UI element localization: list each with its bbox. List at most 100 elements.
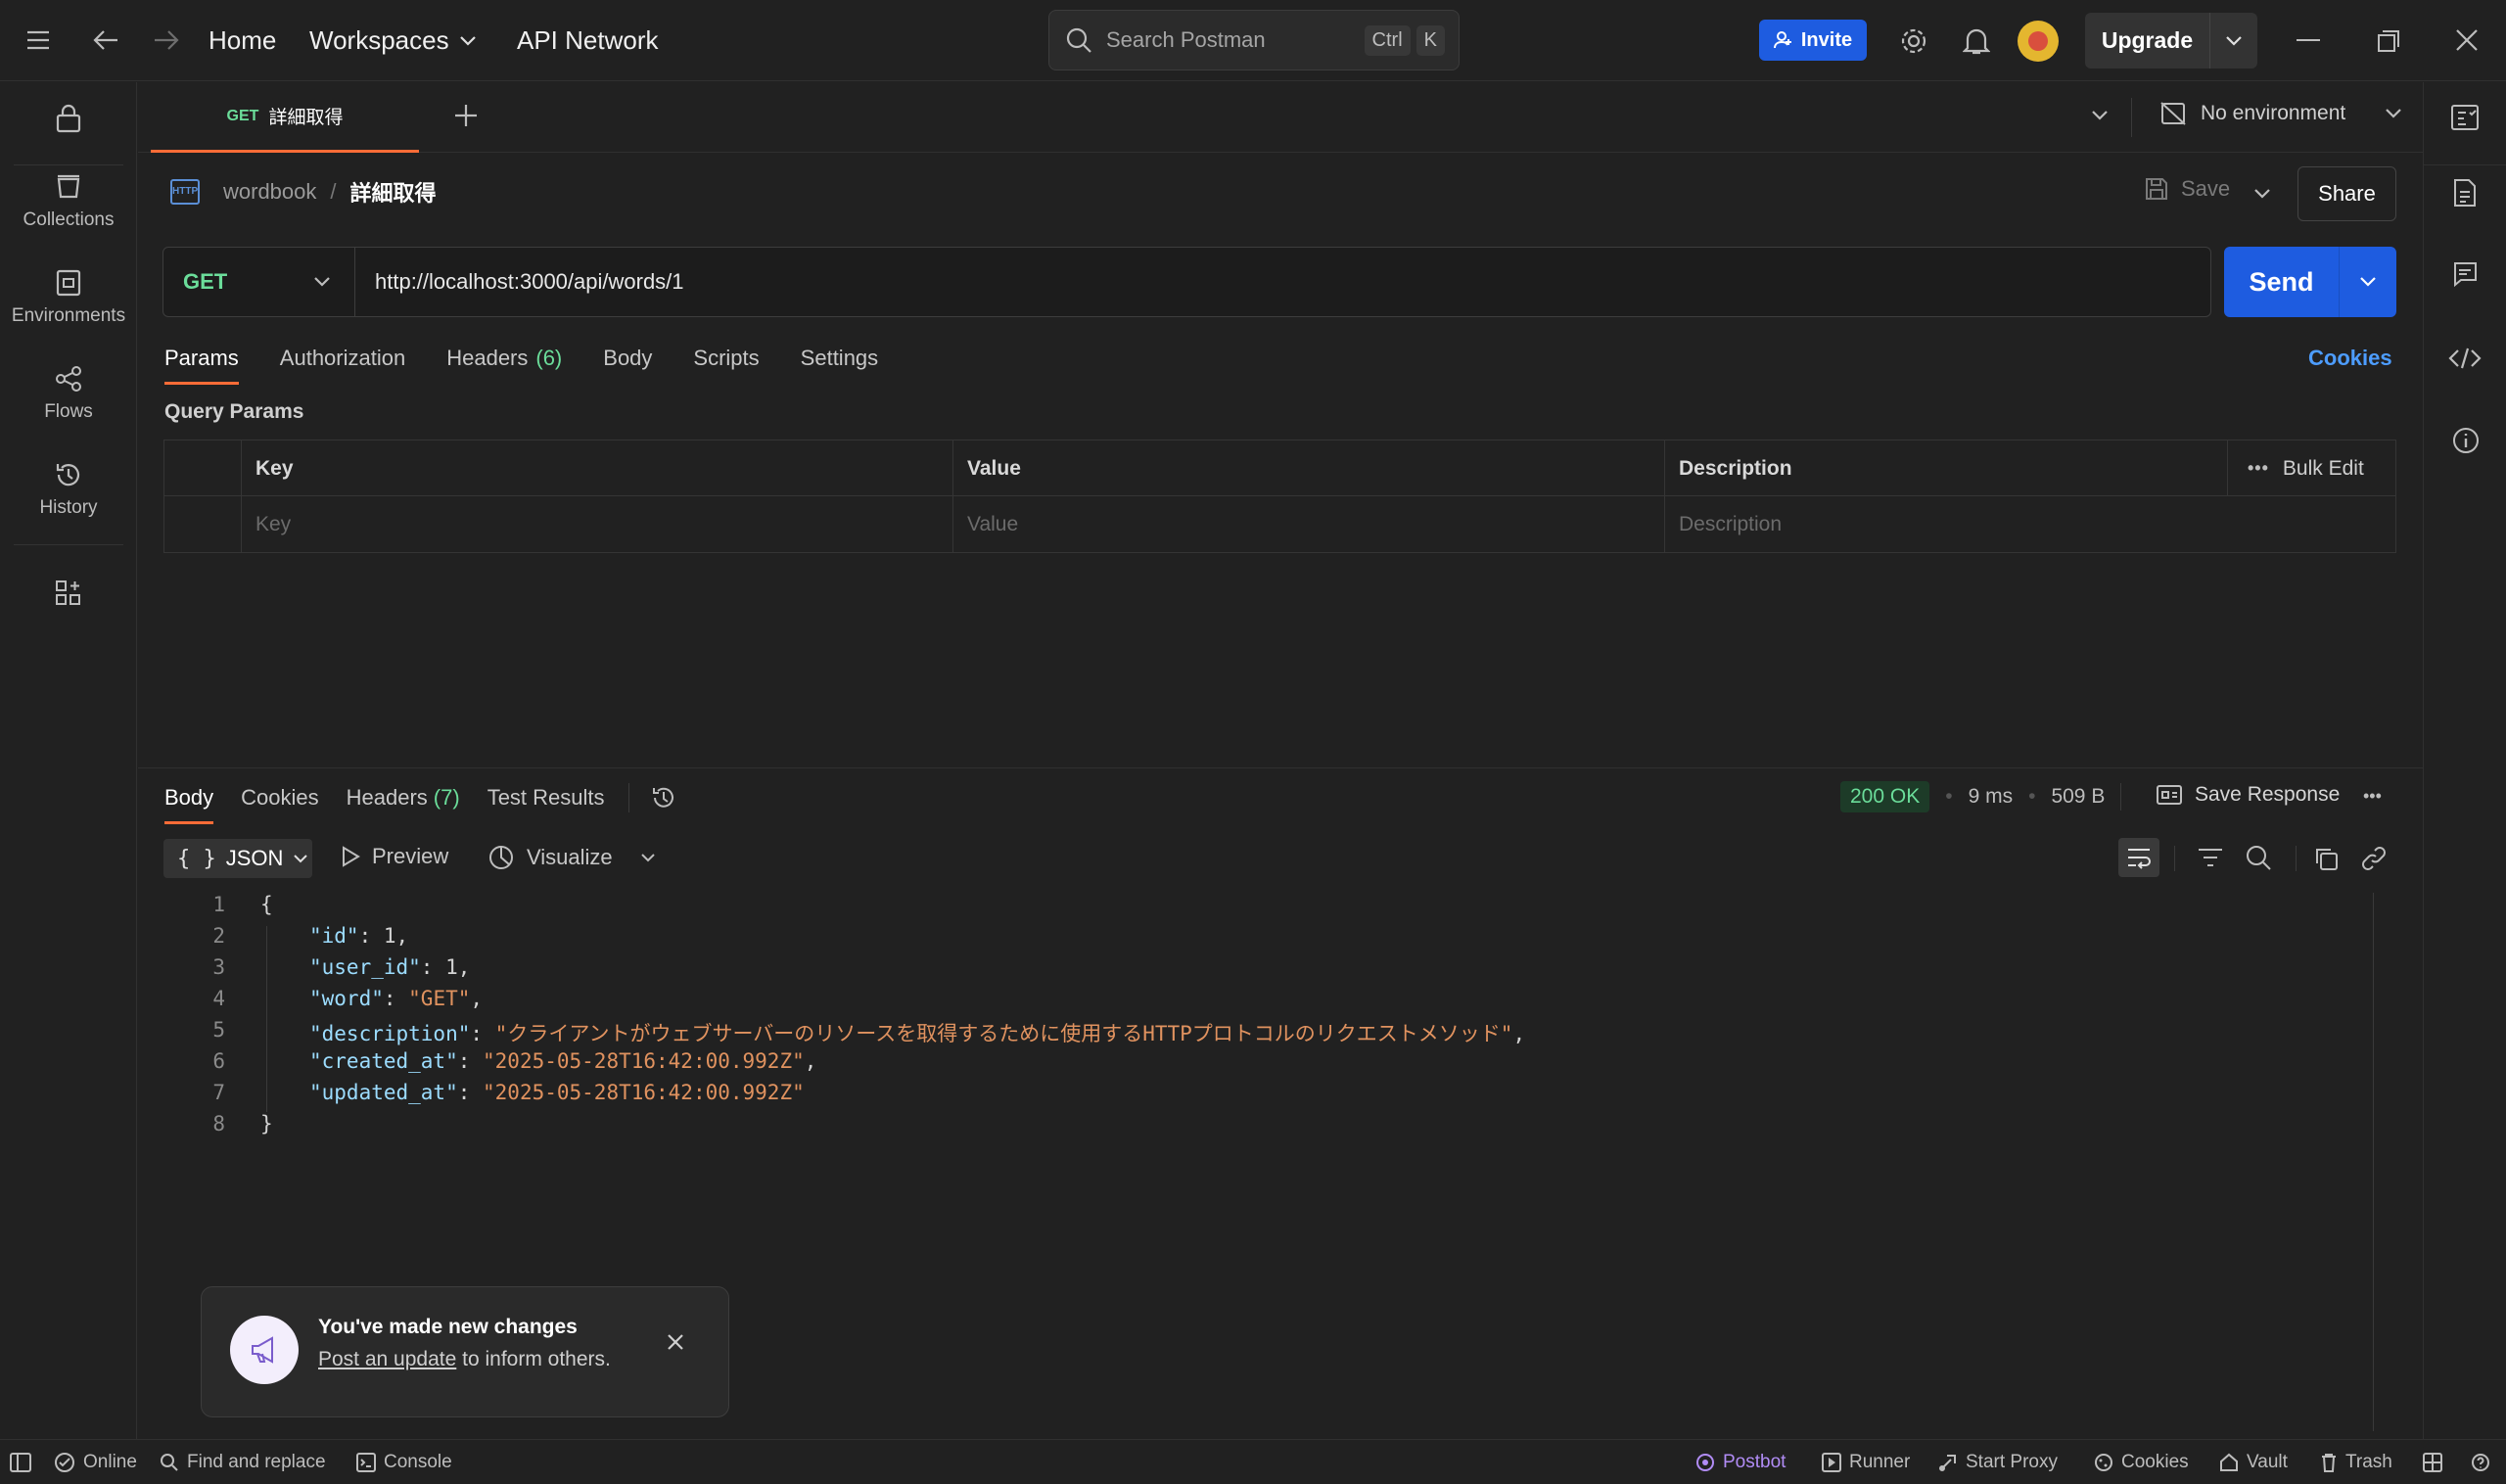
lock-icon[interactable] [55, 104, 82, 133]
save-response-button[interactable]: Save Response [2156, 783, 2340, 807]
upgrade-button[interactable]: Upgrade [2085, 13, 2257, 69]
menu-icon[interactable] [25, 29, 51, 51]
breadcrumb-collection[interactable]: wordbook [223, 179, 316, 205]
response-tab-cookies[interactable]: Cookies [241, 785, 318, 811]
add-user-icon [1773, 30, 1793, 50]
tab-scripts[interactable]: Scripts [693, 346, 759, 371]
bulk-edit-button[interactable]: ••• Bulk Edit [2228, 441, 2395, 496]
avatar[interactable] [2018, 21, 2059, 62]
response-time[interactable]: 9 ms [1969, 785, 2014, 809]
status-badge[interactable]: 200 OK [1840, 781, 1930, 812]
request-tab[interactable]: GET 詳細取得 [151, 82, 419, 153]
preview-button[interactable]: Preview [341, 844, 448, 869]
response-more-options-icon[interactable]: ••• [2363, 786, 2382, 807]
start-proxy-button[interactable]: Start Proxy [1938, 1452, 2058, 1473]
key-input[interactable]: Key [242, 496, 953, 552]
documentation-icon[interactable] [2452, 178, 2478, 208]
comments-icon[interactable] [2451, 260, 2479, 288]
right-sidebar [2423, 82, 2506, 1439]
postbot-button[interactable]: Postbot [1695, 1452, 1786, 1473]
copy-icon[interactable] [2312, 845, 2340, 872]
search-icon[interactable] [2245, 844, 2272, 871]
send-button[interactable]: Send [2224, 247, 2396, 317]
send-options-chevron-icon[interactable] [2359, 276, 2377, 288]
tab-authorization[interactable]: Authorization [280, 346, 405, 371]
sidebar-item-collections[interactable]: Collections [0, 172, 137, 231]
table-header-row: Key Value Description ••• Bulk Edit [164, 441, 2395, 496]
response-tab-test-results[interactable]: Test Results [487, 785, 605, 811]
chevron-down-icon[interactable] [2225, 35, 2243, 47]
home-link[interactable]: Home [209, 25, 276, 56]
api-network-link[interactable]: API Network [517, 25, 659, 56]
breadcrumb-request[interactable]: 詳細取得 [350, 176, 437, 208]
line-number: 5 [212, 1018, 225, 1042]
sidebar-item-flows[interactable]: Flows [0, 364, 137, 423]
notification-bell-icon[interactable] [1963, 26, 1990, 56]
save-button[interactable]: Save [2144, 176, 2230, 202]
tab-params[interactable]: Params [164, 346, 239, 385]
layout-toggle-icon[interactable] [2423, 1453, 2442, 1472]
online-status[interactable]: Online [54, 1452, 137, 1473]
toggle-sidebar-icon[interactable] [10, 1453, 31, 1472]
environment-selector[interactable]: No environment [2159, 101, 2402, 126]
response-body-viewer[interactable]: 1 2 3 4 5 6 7 8 { "id": 1, "user_id": 1,… [176, 893, 2369, 1147]
code-snippet-icon[interactable] [2448, 347, 2482, 370]
method-selector[interactable]: GET [163, 248, 355, 316]
code-line: } [260, 1112, 273, 1136]
wrap-lines-icon[interactable] [2118, 838, 2159, 877]
back-arrow-icon[interactable] [92, 27, 119, 53]
url-input[interactable]: http://localhost:3000/api/words/1 [375, 269, 684, 295]
trash-button[interactable]: Trash [2320, 1452, 2392, 1473]
scrollbar[interactable] [2373, 893, 2374, 1431]
visualize-button[interactable]: Visualize [487, 844, 656, 871]
column-key: Key [242, 441, 953, 496]
forward-arrow-icon[interactable] [153, 27, 180, 53]
save-options-chevron-icon[interactable] [2253, 188, 2271, 200]
find-replace-button[interactable]: Find and replace [160, 1452, 326, 1473]
vault-button[interactable]: Vault [2219, 1452, 2288, 1473]
post-update-link[interactable]: Post an update [318, 1348, 456, 1370]
response-history-icon[interactable] [650, 784, 677, 812]
description-input[interactable]: Description [1665, 496, 2395, 552]
console-button[interactable]: Console [356, 1452, 452, 1473]
share-label: Share [2318, 181, 2376, 206]
value-input[interactable]: Value [953, 496, 1665, 552]
invite-label: Invite [1800, 28, 1853, 51]
search-input[interactable]: Search Postman Ctrl K [1048, 10, 1460, 70]
console-icon [356, 1453, 376, 1472]
response-tab-headers[interactable]: Headers (7) [347, 785, 460, 811]
close-icon[interactable] [667, 1333, 684, 1351]
share-button[interactable]: Share [2297, 166, 2396, 221]
environment-quick-look-icon[interactable] [2450, 104, 2480, 131]
bulk-edit-label: Bulk Edit [2282, 456, 2364, 480]
new-tab-button[interactable] [453, 103, 479, 128]
tabs-overflow-chevron-icon[interactable] [2091, 110, 2109, 121]
info-icon[interactable] [2451, 426, 2481, 455]
cookies-link[interactable]: Cookies [2308, 346, 2392, 371]
help-icon[interactable] [2471, 1453, 2490, 1472]
workspaces-menu[interactable]: Workspaces [309, 25, 477, 56]
restore-window-icon[interactable] [2377, 29, 2400, 53]
sidebar-item-history[interactable]: History [0, 460, 137, 519]
close-window-icon[interactable] [2455, 28, 2479, 52]
tab-body[interactable]: Body [603, 346, 652, 371]
invite-button[interactable]: Invite [1759, 20, 1867, 61]
tab-settings[interactable]: Settings [801, 346, 879, 371]
response-tab-body[interactable]: Body [164, 785, 214, 824]
filter-icon[interactable] [2197, 846, 2224, 869]
add-apps-icon[interactable] [55, 580, 82, 607]
line-number: 4 [212, 987, 225, 1010]
cookies-button[interactable]: Cookies [2094, 1452, 2189, 1473]
sidebar-item-environments[interactable]: Environments [0, 268, 137, 327]
response-size[interactable]: 509 B [2051, 785, 2105, 809]
minimize-icon[interactable] [2297, 39, 2320, 41]
format-selector[interactable]: { } JSON [163, 839, 312, 878]
tab-headers[interactable]: Headers (6) [446, 346, 562, 371]
chevron-down-icon[interactable] [640, 853, 656, 862]
save-label: Save [2181, 176, 2231, 201]
settings-gear-icon[interactable] [1899, 26, 1928, 56]
link-icon[interactable] [2360, 845, 2388, 872]
row-checkbox[interactable] [164, 496, 242, 552]
runner-button[interactable]: Runner [1822, 1452, 1910, 1473]
response-divider[interactable] [138, 767, 2423, 768]
